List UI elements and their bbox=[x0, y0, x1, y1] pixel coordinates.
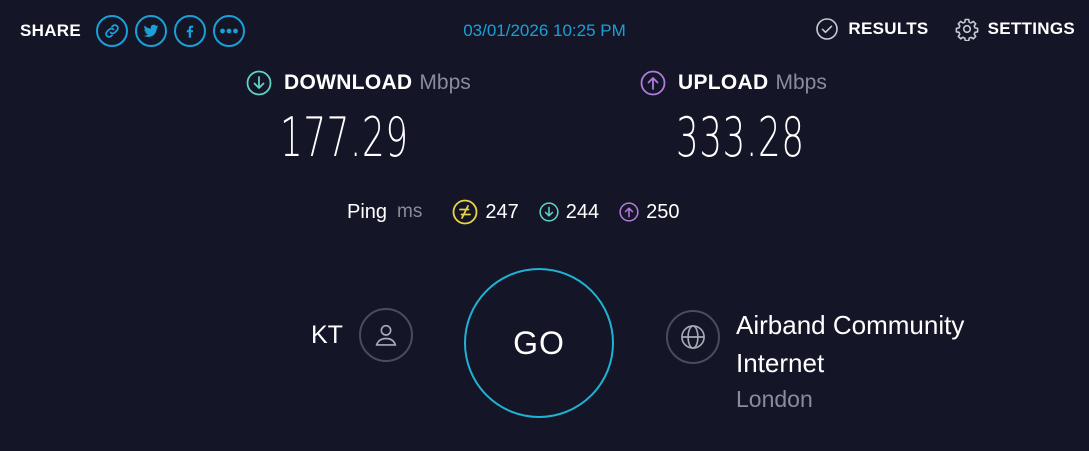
settings-button[interactable]: SETTINGS bbox=[955, 17, 1075, 41]
results-label: RESULTS bbox=[848, 19, 929, 38]
ping-row: Ping ms 247 244 250 bbox=[347, 197, 699, 227]
jitter-icon bbox=[452, 199, 478, 225]
gear-icon bbox=[955, 18, 978, 41]
upload-title: UPLOAD bbox=[678, 71, 769, 94]
globe-icon bbox=[681, 325, 705, 349]
download-arrow-small-icon bbox=[539, 202, 559, 222]
server-name[interactable]: Airband Community Internet bbox=[736, 306, 1036, 382]
go-button[interactable]: GO bbox=[464, 268, 614, 418]
person-icon bbox=[375, 324, 397, 346]
go-label: GO bbox=[513, 324, 565, 361]
upload-metric: UPLOAD Mbps 333.28 bbox=[640, 68, 827, 169]
download-title: DOWNLOAD bbox=[284, 71, 413, 94]
server-avatar[interactable] bbox=[666, 310, 720, 364]
ping-unit: ms bbox=[397, 201, 423, 222]
upload-arrow-small-icon bbox=[619, 202, 639, 222]
top-nav: RESULTS SETTINGS bbox=[789, 17, 1075, 41]
ping-download-value: 244 bbox=[565, 200, 600, 223]
settings-label: SETTINGS bbox=[987, 19, 1075, 38]
server-location: London bbox=[736, 386, 813, 412]
ping-label: Ping bbox=[347, 200, 388, 223]
download-metric: DOWNLOAD Mbps 177.29 bbox=[246, 68, 471, 169]
ping-idle: 247 bbox=[452, 199, 519, 225]
check-circle-icon bbox=[816, 18, 839, 40]
upload-value: 333.28 bbox=[676, 106, 805, 169]
download-arrow-icon bbox=[246, 70, 272, 96]
download-value: 177.29 bbox=[280, 106, 409, 169]
download-unit: Mbps bbox=[419, 71, 471, 94]
speedtest-page: SHARE 03/01/2026 10:25 PM RESULTS SETTIN… bbox=[0, 0, 1089, 451]
ping-download: 244 bbox=[539, 201, 599, 224]
server-text: Airband Community Internet London bbox=[736, 306, 1036, 413]
upload-arrow-icon bbox=[640, 70, 666, 96]
ping-idle-value: 247 bbox=[485, 200, 519, 223]
upload-unit: Mbps bbox=[775, 71, 827, 94]
results-button[interactable]: RESULTS bbox=[815, 17, 928, 41]
server-info[interactable]: Airband Community Internet London bbox=[666, 308, 1036, 413]
ping-upload: 250 bbox=[619, 201, 679, 224]
user-initials: KT bbox=[311, 320, 343, 349]
download-header: DOWNLOAD Mbps bbox=[246, 68, 471, 98]
upload-header: UPLOAD Mbps bbox=[640, 68, 827, 98]
user-avatar[interactable] bbox=[358, 308, 413, 362]
ping-upload-value: 250 bbox=[646, 200, 680, 223]
user-info[interactable]: KT bbox=[311, 308, 413, 362]
